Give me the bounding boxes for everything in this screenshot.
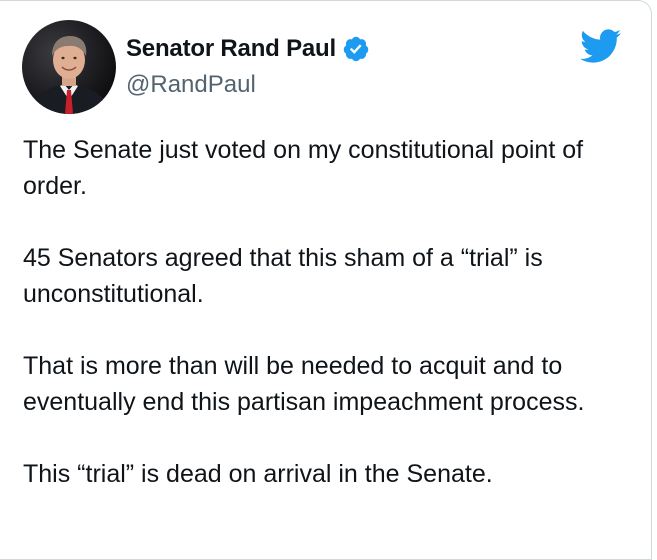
tweet-card: Senator Rand Paul @RandPaul The Senate j… [0,0,652,560]
author-name-row[interactable]: Senator Rand Paul [126,33,370,65]
author-handle[interactable]: @RandPaul [126,71,256,99]
avatar-photo [22,20,116,114]
avatar[interactable] [22,20,116,114]
tweet-paragraph: The Senate just voted on my constitution… [23,136,584,200]
tweet-paragraph: 45 Senators agreed that this sham of a “… [23,244,543,308]
twitter-bird-icon[interactable] [578,28,622,64]
tweet-text: The Senate just voted on my constitution… [23,132,638,528]
tweet-paragraph: This “trial” is dead on arrival in the S… [23,460,493,488]
author-display-name[interactable]: Senator Rand Paul [126,35,336,63]
verified-badge-icon [342,35,370,63]
tweet-paragraph: That is more than will be needed to acqu… [23,352,585,416]
